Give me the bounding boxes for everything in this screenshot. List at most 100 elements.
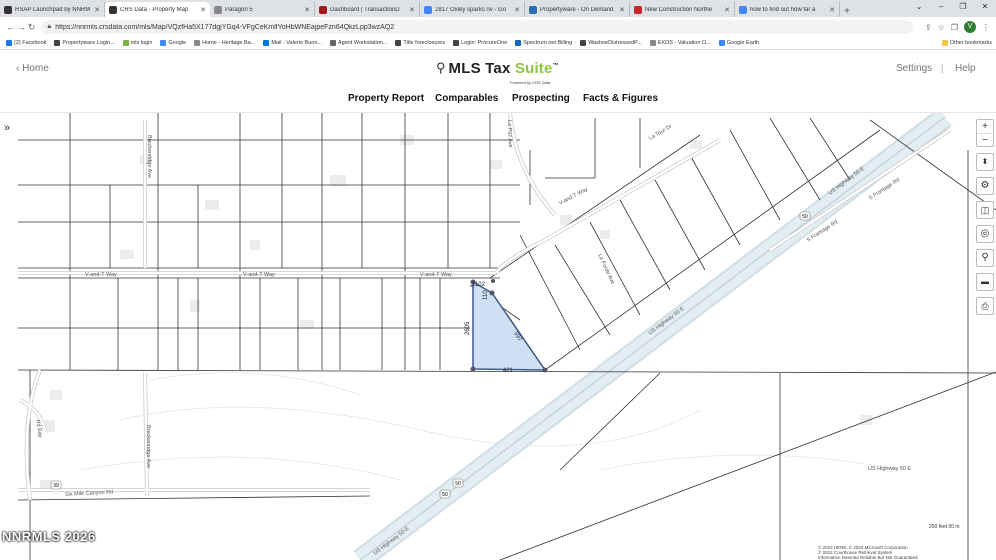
search-icon[interactable]: ⚲ [976, 249, 994, 267]
bookmark-favicon-icon [329, 40, 336, 46]
help-link[interactable]: Help [955, 63, 976, 74]
layers-icon[interactable]: ◫ [976, 201, 994, 219]
reload-icon[interactable]: ↻ [28, 22, 36, 32]
map-controls: + − ⬍ ⚙ ◫ ◎ ⚲ ▬ ⎙ [976, 119, 994, 321]
browser-tab[interactable]: Dashboard | TransactionD ✕ [315, 2, 420, 17]
dim-left: 2605 [465, 321, 471, 335]
dim-top: 1102 [472, 282, 486, 288]
tab-favicon-icon [634, 5, 642, 14]
close-tab-icon[interactable]: ✕ [619, 6, 625, 14]
collapse-tabs-icon[interactable]: ⌄ [908, 0, 930, 14]
bookmark-favicon-icon [515, 40, 522, 46]
shield-50-a: 50 [802, 214, 808, 220]
browser-tab[interactable]: how to find out how far a ✕ [735, 2, 840, 17]
zoom-in-icon[interactable]: + [977, 120, 993, 133]
bookmark-item[interactable]: (2) Facebook [6, 40, 46, 46]
mls-tax-suite-logo: ⚲ MLS Tax Suite™ Powered by CRS Data [436, 60, 559, 85]
close-tab-icon[interactable]: ✕ [514, 6, 520, 14]
menu-prospecting[interactable]: Prospecting [512, 93, 570, 104]
label-v-and-t-1: V-and-T Way [85, 272, 117, 278]
property-map[interactable]: 1102 2605 421 597 110 V-and-T Way V-and-… [18, 113, 996, 560]
expand-arrows-icon[interactable]: » [4, 122, 10, 134]
share-icon[interactable]: ⇪ [925, 23, 932, 32]
bookmark-item[interactable]: WashoeDistressedP... [580, 40, 642, 46]
minimize-icon[interactable]: – [930, 0, 952, 14]
bookmark-item[interactable]: EXOS - Valuation O... [649, 40, 711, 46]
attribution-line-3: Information Deemed Reliable But Not Guar… [818, 555, 918, 560]
dim-right-top: 110 [483, 290, 489, 300]
browser-tab[interactable]: Propertyware - On Demand ✕ [525, 2, 630, 17]
menu-comparables[interactable]: Comparables [435, 93, 498, 104]
label-breckenridge-1: Breckenridge Ave [146, 135, 152, 178]
home-link[interactable]: ‹ Home [16, 63, 49, 74]
label-breckenridge-2: Breckenridge Ave [145, 425, 151, 468]
zoom-out-icon[interactable]: − [977, 133, 993, 146]
forward-icon[interactable]: → [17, 22, 26, 32]
url-input[interactable] [55, 23, 913, 31]
browser-tab[interactable]: 2817 Oxley sparks nv - Go ✕ [420, 2, 525, 17]
buildings [40, 135, 872, 490]
close-tab-icon[interactable]: ✕ [94, 6, 100, 14]
bookmark-item[interactable]: Google [160, 40, 186, 46]
bookmark-item[interactable]: Agent Workstation... [329, 40, 387, 46]
address-bar: ← → ↻ 🔒︎ ⇪ ☆ ❐ V ⋮ [0, 17, 996, 37]
browser-tab[interactable]: RSAP Launchpad by NNRM ✕ [0, 2, 105, 17]
other-bookmarks[interactable]: Other bookmarks [941, 40, 992, 46]
streets [18, 113, 721, 501]
shield-50-c: 50 [455, 481, 461, 487]
bookmark-item[interactable]: Title foreclosures [395, 40, 445, 46]
tab-favicon-icon [4, 5, 12, 14]
new-tab-icon[interactable]: + [840, 6, 854, 17]
maximize-icon[interactable]: ❐ [952, 0, 974, 14]
app-header: ‹ Home ⚲ MLS Tax Suite™ Powered by CRS D… [0, 50, 996, 113]
bookmark-item[interactable]: Login: ProcureOne [453, 40, 507, 46]
url-field[interactable]: 🔒︎ [41, 20, 913, 34]
browser-tab[interactable]: Paragon 5 ✕ [210, 2, 315, 17]
header-separator: | [941, 63, 944, 73]
frontage-road-inner [769, 128, 951, 252]
bookmark-item[interactable]: mls login [122, 40, 152, 46]
tab-title: Propertyware - On Demand [540, 6, 614, 13]
profile-avatar[interactable]: V [964, 21, 976, 33]
close-window-icon[interactable]: ✕ [974, 0, 996, 14]
locate-icon[interactable]: ◎ [976, 225, 994, 243]
route-shields: 50 50 50 39 [50, 211, 811, 499]
bookmark-star-icon[interactable]: ☆ [938, 23, 945, 32]
close-tab-icon[interactable]: ✕ [829, 6, 835, 14]
tab-favicon-icon [109, 5, 117, 14]
close-tab-icon[interactable]: ✕ [724, 6, 730, 14]
browser-menu-icon[interactable]: ⋮ [982, 23, 990, 32]
bookmark-item[interactable]: Propertyware Login... [54, 40, 115, 46]
close-tab-icon[interactable]: ✕ [304, 6, 310, 14]
back-icon[interactable]: ← [6, 22, 15, 32]
bookmark-item[interactable]: Google Earth [718, 40, 759, 46]
bookmark-label: Title foreclosures [403, 40, 446, 46]
browser-tab[interactable]: CRS Data - Property Map ✕ [105, 2, 210, 17]
bookmark-favicon-icon [395, 40, 402, 46]
bookmark-label: Spectrum.net Billing [523, 40, 573, 46]
tab-title: RSAP Launchpad by NNRM [15, 6, 91, 13]
settings-link[interactable]: Settings [896, 63, 932, 74]
map-canvas[interactable]: 1102 2605 421 597 110 V-and-T Way V-and-… [18, 113, 996, 560]
browser-tab[interactable]: New Construction Northe ✕ [630, 2, 735, 17]
bookmark-label: Mail - Valerie Buon... [271, 40, 322, 46]
tab-favicon-icon [529, 5, 537, 14]
bookmarks-bar: (2) Facebook Propertyware Login... mls log… [0, 37, 996, 50]
tab-favicon-icon [424, 5, 432, 14]
bookmark-item[interactable]: Home - Heritage Ba... [194, 40, 255, 46]
measure-icon[interactable]: ▬ [976, 273, 994, 291]
extension-icon[interactable]: ❐ [951, 23, 958, 32]
menu-property-report[interactable]: Property Report [348, 93, 424, 104]
print-icon[interactable]: ⎙ [976, 297, 994, 315]
bookmark-item[interactable]: Spectrum.net Billing [515, 40, 572, 46]
close-tab-icon[interactable]: ✕ [200, 6, 206, 14]
label-us50-4: US Highway 50 E [868, 466, 911, 472]
compass-icon[interactable]: ⬍ [976, 153, 994, 171]
bookmark-favicon-icon [54, 40, 61, 46]
close-tab-icon[interactable]: ✕ [409, 6, 415, 14]
bookmark-item[interactable]: Mail - Valerie Buon... [263, 40, 322, 46]
menu-facts-figures[interactable]: Facts & Figures [583, 93, 658, 104]
tab-favicon-icon [739, 5, 747, 14]
gear-icon[interactable]: ⚙ [976, 177, 994, 195]
map-pin-icon: ⚲ [436, 60, 446, 75]
